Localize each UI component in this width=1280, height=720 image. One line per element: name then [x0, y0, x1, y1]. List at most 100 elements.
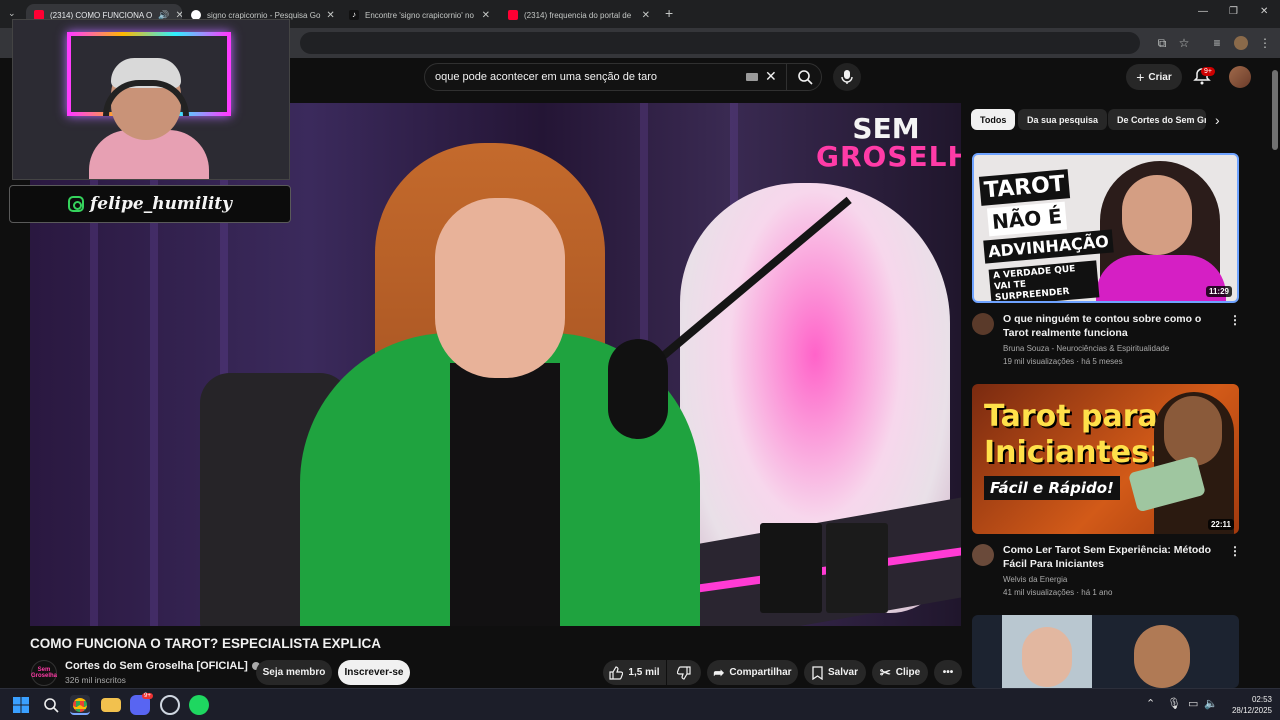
- microphone-icon: [841, 70, 853, 84]
- podcast-logo-line1: SEM: [852, 112, 920, 145]
- thumb-text: TAROT: [978, 169, 1071, 206]
- host-face: [435, 198, 565, 378]
- recommendation-thumbnail[interactable]: [972, 615, 1239, 688]
- instagram-handle: felipe_humility: [89, 194, 233, 214]
- video-duration: 22:11: [1207, 519, 1234, 530]
- channel-name-link[interactable]: Cortes do Sem Groselha [OFICIAL]: [65, 660, 260, 672]
- browser-menu-icon[interactable]: ⋮: [1258, 36, 1272, 50]
- chip-from-search[interactable]: Da sua pesquisa: [1018, 109, 1108, 130]
- cup: [760, 523, 822, 613]
- bookmark-star-icon[interactable]: ☆: [1177, 36, 1191, 50]
- windows-start-icon[interactable]: [13, 697, 29, 713]
- like-button[interactable]: 1,5 mil: [603, 660, 666, 685]
- profile-icon[interactable]: [1234, 36, 1248, 50]
- more-options-icon[interactable]: ⋮: [1229, 544, 1241, 558]
- clear-search-icon[interactable]: ✕: [765, 68, 777, 85]
- create-label: Criar: [1148, 71, 1172, 83]
- channel-logo-text: Sem Groselha: [31, 667, 58, 679]
- thumb-person-face: [1134, 625, 1190, 688]
- thumb-text: NÃO É: [986, 201, 1067, 237]
- clock-date: 28/12/2025: [1231, 706, 1272, 715]
- chevron-right-icon[interactable]: ›: [1215, 112, 1220, 128]
- instagram-handle-banner: felipe_humility: [9, 185, 291, 223]
- more-options-icon[interactable]: ⋮: [1229, 313, 1241, 327]
- join-label: Seja membro: [262, 667, 326, 678]
- share-button[interactable]: ➦ Compartilhar: [707, 660, 798, 685]
- tab-youtube-search[interactable]: (2314) frequencia do portal de ✕: [500, 4, 658, 26]
- avatar[interactable]: [1229, 66, 1251, 88]
- microphone-icon[interactable]: 🎙: [1167, 697, 1181, 710]
- video-player[interactable]: SEM GROSELHA: [30, 103, 961, 626]
- curtain-fold: [150, 103, 158, 626]
- recommendation-thumbnail[interactable]: TAROT NÃO É ADVINHAÇÃO A VERDADE QUE VAI…: [972, 153, 1239, 303]
- spotify-icon[interactable]: [189, 695, 209, 715]
- tab-close-icon[interactable]: ✕: [482, 10, 490, 21]
- host-black-top: [450, 363, 560, 626]
- plus-icon: +: [1136, 69, 1145, 85]
- subscribe-button[interactable]: Inscrever-se: [338, 660, 410, 685]
- recommendation-stats: 19 mil visualizações · há 5 meses: [1003, 357, 1123, 366]
- search-box[interactable]: oque pode acontecer em uma senção de tar…: [424, 63, 822, 91]
- channel-avatar[interactable]: Sem Groselha: [31, 660, 57, 686]
- display-icon[interactable]: ▭: [1188, 697, 1198, 710]
- more-actions-button[interactable]: •••: [934, 660, 962, 685]
- save-button[interactable]: Salvar: [804, 660, 866, 685]
- save-label: Salvar: [827, 667, 859, 678]
- share-label: Compartilhar: [729, 667, 792, 678]
- recommendation-channel[interactable]: Welvis da Energia: [1003, 573, 1067, 586]
- curtain-fold: [90, 103, 98, 626]
- video-duration: 11:29: [1205, 286, 1232, 297]
- chip-label: Todos: [980, 114, 1007, 125]
- tab-title: (2314) frequencia do portal de: [524, 10, 632, 20]
- install-app-icon[interactable]: ⧉: [1155, 36, 1169, 50]
- search-button[interactable]: [786, 64, 822, 90]
- channel-avatar[interactable]: [972, 544, 994, 566]
- clock-time: 02:53: [1251, 695, 1272, 704]
- more-icon: •••: [942, 667, 954, 678]
- bookmark-icon: [812, 665, 823, 680]
- speaker-icon[interactable]: 🔈: [1204, 697, 1218, 710]
- tab-tiktok[interactable]: ♪ Encontre 'signo crapicornio' no ✕: [341, 4, 498, 26]
- notifications-badge: 9+: [1201, 67, 1215, 76]
- minimize-button[interactable]: —: [1198, 6, 1208, 17]
- page-scrollbar[interactable]: [1270, 58, 1280, 690]
- voice-search-button[interactable]: [833, 63, 861, 91]
- new-tab-button[interactable]: +: [665, 5, 673, 21]
- file-explorer-icon[interactable]: [101, 698, 121, 712]
- scissors-icon: ✂: [879, 664, 891, 680]
- chevron-up-icon[interactable]: ⌃: [1146, 697, 1155, 710]
- podcast-logo-line2: GROSELHA: [816, 140, 961, 173]
- search-icon[interactable]: [43, 697, 59, 713]
- create-button[interactable]: + Criar: [1126, 64, 1182, 90]
- keyboard-icon[interactable]: [746, 73, 758, 81]
- join-button[interactable]: Seja membro: [256, 660, 332, 685]
- recommendation-title[interactable]: Como Ler Tarot Sem Experiência: Método F…: [1003, 543, 1228, 571]
- channel-avatar[interactable]: [972, 313, 994, 335]
- system-clock[interactable]: 02:53 28/12/2025: [1226, 694, 1272, 716]
- like-count: 1,5 mil: [628, 667, 660, 678]
- clip-button[interactable]: ✂ Clipe: [872, 660, 928, 685]
- tab-search-icon[interactable]: ⌄: [8, 8, 16, 19]
- subscribe-label: Inscrever-se: [344, 667, 404, 678]
- chrome-icon[interactable]: [70, 695, 90, 715]
- thumb-text: A VERDADE QUE VAI TE SURPREENDER: [988, 260, 1100, 301]
- recommendation-channel[interactable]: Bruna Souza - Neurociências & Espiritual…: [1003, 342, 1169, 355]
- tab-close-icon[interactable]: ✕: [326, 10, 334, 21]
- dislike-button[interactable]: [667, 660, 701, 685]
- recommendation-thumbnail[interactable]: Tarot para Iniciantes: Fácil e Rápido! 2…: [972, 384, 1239, 534]
- close-window-button[interactable]: ✕: [1260, 6, 1268, 17]
- media-control-icon[interactable]: ≡: [1210, 36, 1224, 50]
- thumb-text: Fácil e Rápido!: [984, 476, 1120, 500]
- thumb-person-face: [1022, 627, 1072, 687]
- scrollbar-thumb[interactable]: [1272, 70, 1278, 150]
- recommendation-title[interactable]: O que ninguém te contou sobre como o Tar…: [1003, 312, 1228, 340]
- tab-close-icon[interactable]: ✕: [642, 10, 650, 21]
- address-bar[interactable]: [300, 32, 1140, 54]
- steam-icon[interactable]: [160, 695, 180, 715]
- chip-all[interactable]: Todos: [971, 109, 1016, 130]
- chip-from-channel[interactable]: De Cortes do Sem Gr: [1108, 109, 1206, 130]
- tab-title: Encontre 'signo crapicornio' no: [365, 10, 474, 20]
- maximize-button[interactable]: ❐: [1229, 6, 1238, 17]
- search-input[interactable]: oque pode acontecer em uma senção de tar…: [435, 71, 657, 83]
- webcam-overlay: [12, 19, 290, 180]
